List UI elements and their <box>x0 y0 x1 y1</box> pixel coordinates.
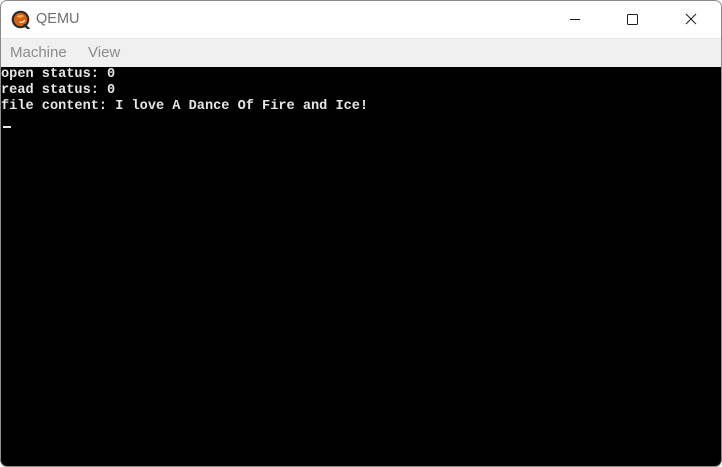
maximize-icon <box>627 14 638 25</box>
window-title: QEMU <box>36 11 80 27</box>
console-line-file-content: file content: I love A Dance Of Fire and… <box>1 99 369 114</box>
text-cursor <box>3 126 11 128</box>
menu-machine[interactable]: Machine <box>10 44 67 62</box>
close-button[interactable] <box>662 1 718 38</box>
minimize-button[interactable] <box>547 1 603 38</box>
title-bar[interactable]: QEMU <box>1 1 721 38</box>
close-icon <box>685 13 697 25</box>
minimize-icon <box>570 19 580 20</box>
menu-bar: Machine View <box>1 38 721 67</box>
menu-view[interactable]: View <box>88 44 120 62</box>
vm-console-screen[interactable]: open status: 0 read status: 0 file conte… <box>1 67 721 466</box>
qemu-logo-icon <box>11 10 30 30</box>
qemu-window: QEMU Machine View open status: 0 read st… <box>0 0 722 467</box>
console-line-read-status: read status: 0 <box>1 83 116 98</box>
maximize-button[interactable] <box>604 1 660 38</box>
console-line-open-status: open status: 0 <box>1 67 116 82</box>
